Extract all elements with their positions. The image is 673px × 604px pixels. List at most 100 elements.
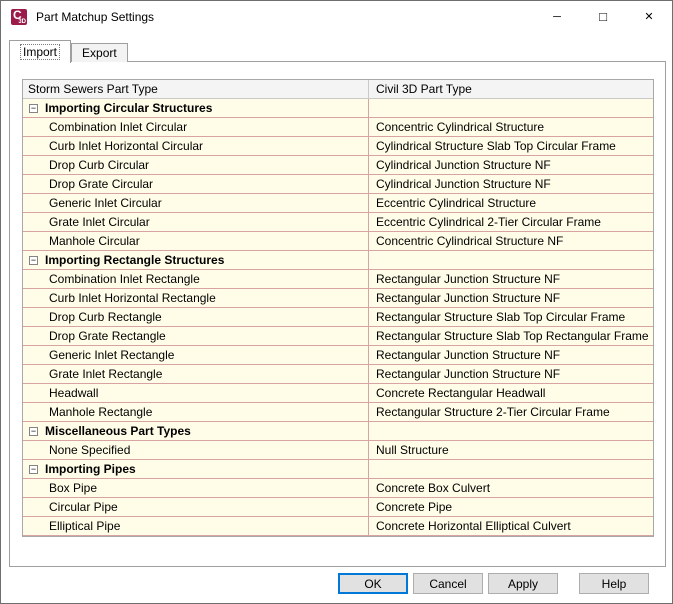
group-empty-cell xyxy=(368,99,653,117)
civil3d-part-cell[interactable]: Cylindrical Junction Structure NF xyxy=(368,156,653,174)
table-row[interactable]: None Specified Null Structure xyxy=(23,441,653,460)
table-row[interactable]: Drop Grate Circular Cylindrical Junction… xyxy=(23,175,653,194)
table-row[interactable]: Headwall Concrete Rectangular Headwall xyxy=(23,384,653,403)
part-type-cell[interactable]: Drop Curb Rectangle xyxy=(23,308,368,326)
civil3d-part-cell[interactable]: Eccentric Cylindrical 2-Tier Circular Fr… xyxy=(368,213,653,231)
table-row[interactable]: Combination Inlet Rectangle Rectangular … xyxy=(23,270,653,289)
part-type-cell[interactable]: Box Pipe xyxy=(23,479,368,497)
civil3d-part-cell[interactable]: Rectangular Structure Slab Top Rectangul… xyxy=(368,327,653,345)
part-type-label: Manhole Rectangle xyxy=(49,405,153,419)
ok-button[interactable]: OK xyxy=(338,573,408,594)
button-bar: OK Cancel Apply Help xyxy=(1,573,672,599)
collapse-icon[interactable]: − xyxy=(29,255,38,265)
table-row[interactable]: Drop Curb Rectangle Rectangular Structur… xyxy=(23,308,653,327)
column-header-civil3d: Civil 3D Part Type xyxy=(368,80,653,98)
civil3d-part-cell[interactable]: Concentric Cylindrical Structure xyxy=(368,118,653,136)
group-header-cell[interactable]: − Importing Pipes xyxy=(23,460,368,478)
part-type-label: Headwall xyxy=(49,386,99,400)
part-type-label: Drop Curb Circular xyxy=(49,158,150,172)
part-type-cell[interactable]: None Specified xyxy=(23,441,368,459)
cancel-button[interactable]: Cancel xyxy=(413,573,483,594)
civil3d-part-cell[interactable]: Cylindrical Junction Structure NF xyxy=(368,175,653,193)
table-row[interactable]: Generic Inlet Circular Eccentric Cylindr… xyxy=(23,194,653,213)
table-row[interactable]: Curb Inlet Horizontal Circular Cylindric… xyxy=(23,137,653,156)
part-type-cell[interactable]: Grate Inlet Circular xyxy=(23,213,368,231)
apply-button[interactable]: Apply xyxy=(488,573,558,594)
group-header-cell[interactable]: − Importing Circular Structures xyxy=(23,99,368,117)
part-type-label: Curb Inlet Horizontal Rectangle xyxy=(49,291,216,305)
collapse-icon[interactable]: − xyxy=(29,103,38,113)
part-type-cell[interactable]: Combination Inlet Circular xyxy=(23,118,368,136)
tab-import[interactable]: Import xyxy=(9,40,72,63)
part-type-cell[interactable]: Circular Pipe xyxy=(23,498,368,516)
part-type-cell[interactable]: Headwall xyxy=(23,384,368,402)
civil3d-part-label: Rectangular Junction Structure NF xyxy=(376,348,561,362)
civil3d-part-label: Cylindrical Junction Structure NF xyxy=(376,158,551,172)
part-type-label: None Specified xyxy=(49,443,131,457)
civil3d-part-cell[interactable]: Rectangular Junction Structure NF xyxy=(368,270,653,288)
maximize-button[interactable]: □ xyxy=(580,1,626,32)
group-header-cell[interactable]: − Importing Rectangle Structures xyxy=(23,251,368,269)
civil3d-part-cell[interactable]: Concrete Horizontal Elliptical Culvert xyxy=(368,517,653,535)
civil3d-part-label: Null Structure xyxy=(376,443,449,457)
title-bar[interactable]: C 3D Part Matchup Settings ─ □ ✕ xyxy=(1,1,672,32)
close-button[interactable]: ✕ xyxy=(626,1,672,32)
table-row[interactable]: Combination Inlet Circular Concentric Cy… xyxy=(23,118,653,137)
civil3d-part-cell[interactable]: Rectangular Structure Slab Top Circular … xyxy=(368,308,653,326)
table-row[interactable]: Grate Inlet Circular Eccentric Cylindric… xyxy=(23,213,653,232)
civil3d-part-cell[interactable]: Cylindrical Structure Slab Top Circular … xyxy=(368,137,653,155)
civil3d-part-cell[interactable]: Rectangular Structure 2-Tier Circular Fr… xyxy=(368,403,653,421)
civil3d-part-label: Concentric Cylindrical Structure xyxy=(376,120,545,134)
part-type-label: Generic Inlet Circular xyxy=(49,196,162,210)
table-row[interactable]: Box Pipe Concrete Box Culvert xyxy=(23,479,653,498)
table-row[interactable]: Grate Inlet Rectangle Rectangular Juncti… xyxy=(23,365,653,384)
civil3d-part-cell[interactable]: Rectangular Junction Structure NF xyxy=(368,289,653,307)
part-type-cell[interactable]: Generic Inlet Circular xyxy=(23,194,368,212)
part-type-label: Drop Curb Rectangle xyxy=(49,310,162,324)
part-type-cell[interactable]: Curb Inlet Horizontal Rectangle xyxy=(23,289,368,307)
table-row[interactable]: Generic Inlet Rectangle Rectangular Junc… xyxy=(23,346,653,365)
help-button[interactable]: Help xyxy=(579,573,649,594)
group-label: Importing Rectangle Structures xyxy=(45,253,225,267)
group-row[interactable]: − Miscellaneous Part Types xyxy=(23,422,653,441)
minimize-button[interactable]: ─ xyxy=(534,1,580,32)
part-type-cell[interactable]: Drop Grate Circular xyxy=(23,175,368,193)
civil3d-part-cell[interactable]: Eccentric Cylindrical Structure xyxy=(368,194,653,212)
part-type-cell[interactable]: Manhole Circular xyxy=(23,232,368,250)
group-header-cell[interactable]: − Miscellaneous Part Types xyxy=(23,422,368,440)
table-row[interactable]: Drop Grate Rectangle Rectangular Structu… xyxy=(23,327,653,346)
civil3d-part-cell[interactable]: Concrete Box Culvert xyxy=(368,479,653,497)
table-row[interactable]: Drop Curb Circular Cylindrical Junction … xyxy=(23,156,653,175)
part-type-label: Elliptical Pipe xyxy=(49,519,121,533)
part-type-cell[interactable]: Drop Curb Circular xyxy=(23,156,368,174)
civil3d-part-cell[interactable]: Concrete Pipe xyxy=(368,498,653,516)
table-row[interactable]: Curb Inlet Horizontal Rectangle Rectangu… xyxy=(23,289,653,308)
group-row[interactable]: − Importing Rectangle Structures xyxy=(23,251,653,270)
civil3d-part-cell[interactable]: Concrete Rectangular Headwall xyxy=(368,384,653,402)
table-row[interactable]: Circular Pipe Concrete Pipe xyxy=(23,498,653,517)
collapse-icon[interactable]: − xyxy=(29,426,38,436)
app-icon-3d: 3D xyxy=(18,18,26,25)
civil3d-part-cell[interactable]: Rectangular Junction Structure NF xyxy=(368,346,653,364)
group-label: Importing Circular Structures xyxy=(45,101,213,115)
part-type-cell[interactable]: Combination Inlet Rectangle xyxy=(23,270,368,288)
collapse-icon[interactable]: − xyxy=(29,464,38,474)
part-type-cell[interactable]: Grate Inlet Rectangle xyxy=(23,365,368,383)
civil3d-part-cell[interactable]: Null Structure xyxy=(368,441,653,459)
table-row[interactable]: Manhole Rectangle Rectangular Structure … xyxy=(23,403,653,422)
table-row[interactable]: Elliptical Pipe Concrete Horizontal Elli… xyxy=(23,517,653,536)
tab-export[interactable]: Export xyxy=(71,43,128,62)
table-row[interactable]: Manhole Circular Concentric Cylindrical … xyxy=(23,232,653,251)
part-type-cell[interactable]: Curb Inlet Horizontal Circular xyxy=(23,137,368,155)
civil3d-app-icon: C 3D xyxy=(11,8,27,25)
part-type-label: Drop Grate Circular xyxy=(49,177,154,191)
part-type-cell[interactable]: Drop Grate Rectangle xyxy=(23,327,368,345)
group-row[interactable]: − Importing Circular Structures xyxy=(23,99,653,118)
window-controls: ─ □ ✕ xyxy=(534,1,672,32)
civil3d-part-cell[interactable]: Concentric Cylindrical Structure NF xyxy=(368,232,653,250)
part-type-cell[interactable]: Manhole Rectangle xyxy=(23,403,368,421)
part-type-cell[interactable]: Generic Inlet Rectangle xyxy=(23,346,368,364)
group-row[interactable]: − Importing Pipes xyxy=(23,460,653,479)
civil3d-part-cell[interactable]: Rectangular Junction Structure NF xyxy=(368,365,653,383)
part-type-cell[interactable]: Elliptical Pipe xyxy=(23,517,368,535)
